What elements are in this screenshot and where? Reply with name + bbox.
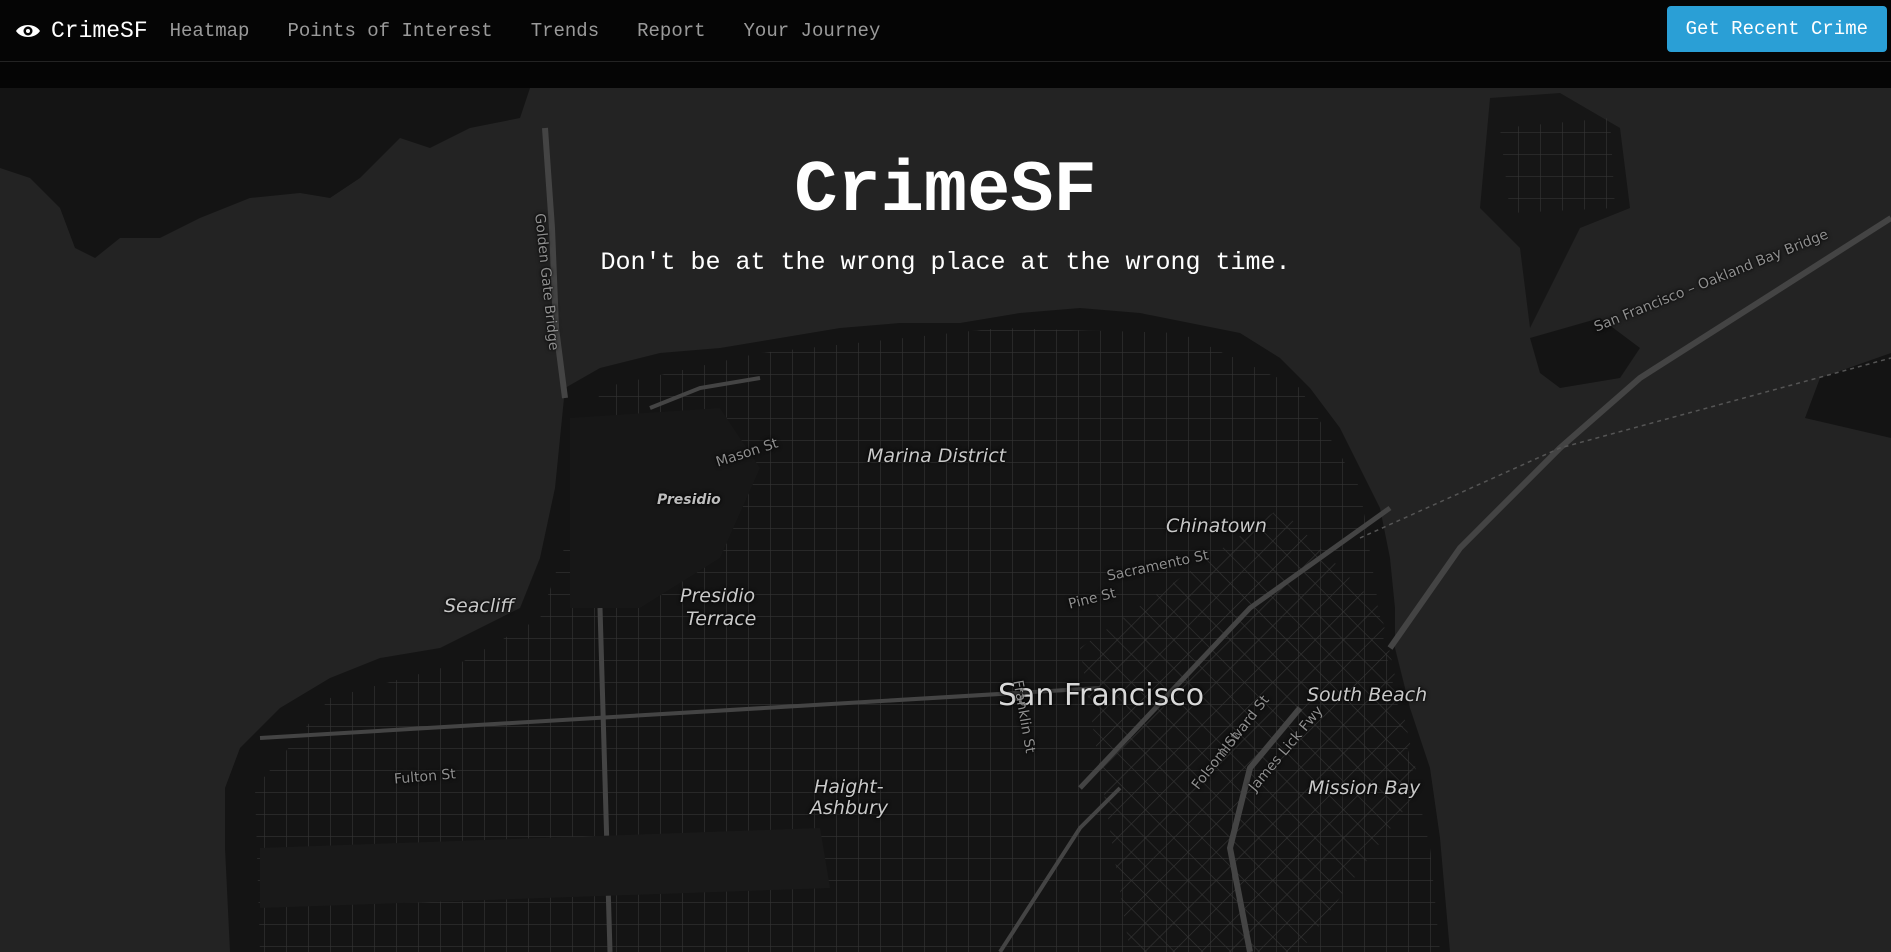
get-recent-crime-button[interactable]: Get Recent Crime xyxy=(1666,6,1887,52)
nav-link-heatmap[interactable]: Heatmap xyxy=(170,20,250,42)
label-presidio: Presidio xyxy=(657,492,721,508)
eye-icon xyxy=(16,24,40,37)
nav-link-report[interactable]: Report xyxy=(637,20,705,42)
top-navbar: CrimeSF Heatmap Points of Interest Trend… xyxy=(0,0,1891,62)
label-mission-bay: Mission Bay xyxy=(1308,777,1421,799)
label-seacliff: Seacliff xyxy=(444,595,515,617)
oakland-shore xyxy=(1805,353,1891,438)
label-haight-ashbury-2: Ashbury xyxy=(810,797,889,819)
brand-link[interactable]: CrimeSF xyxy=(15,18,148,44)
hero-subtitle: Don't be at the wrong place at the wrong… xyxy=(600,248,1291,277)
nav-link-trends[interactable]: Trends xyxy=(531,20,599,42)
label-fulton-st: Fulton St xyxy=(393,766,457,788)
label-chinatown: Chinatown xyxy=(1166,515,1267,537)
label-south-beach: South Beach xyxy=(1307,684,1428,706)
nav-links: Heatmap Points of Interest Trends Report… xyxy=(170,20,919,42)
nav-link-points-of-interest[interactable]: Points of Interest xyxy=(287,20,492,42)
navbar-spacer xyxy=(0,62,1891,88)
label-presidio-terrace-2: Terrace xyxy=(686,608,757,630)
ferry-route xyxy=(1359,357,1891,539)
brand-name: CrimeSF xyxy=(51,17,148,44)
label-marina-district: Marina District xyxy=(867,445,1007,467)
bay-bridge-road xyxy=(1387,215,1891,650)
hero-title: CrimeSF xyxy=(794,150,1097,232)
nav-link-your-journey[interactable]: Your Journey xyxy=(744,20,881,42)
